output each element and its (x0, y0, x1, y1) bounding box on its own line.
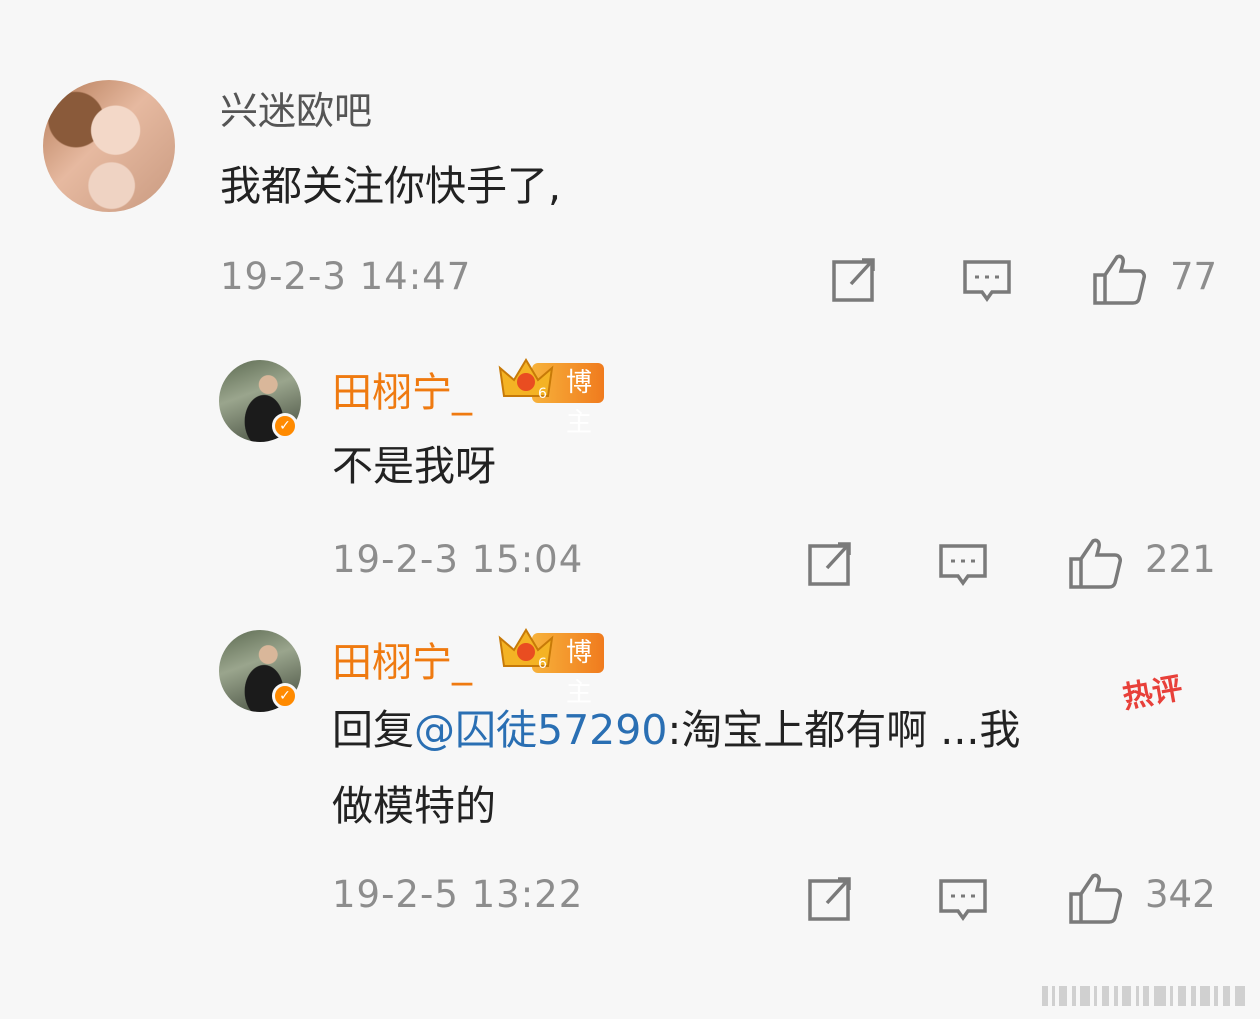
comment-icon[interactable] (937, 538, 989, 590)
crown-icon: 6 (498, 358, 554, 402)
verified-icon: ✓ (272, 683, 298, 709)
reply-username[interactable]: 田栩宁_ (332, 630, 472, 688)
reply-timestamp: 19-2-5 13:22 (332, 873, 584, 916)
comment-icon[interactable] (937, 873, 989, 925)
svg-text:6: 6 (538, 656, 547, 672)
avatar[interactable] (43, 80, 175, 212)
reply-text: 不是我呀 (332, 442, 496, 490)
share-icon[interactable] (829, 254, 881, 306)
reply-prefix: 回复 (332, 706, 414, 754)
hot-comment-tag: 热评 (1120, 671, 1186, 716)
share-icon[interactable] (805, 873, 857, 925)
reply-text-rest: :淘宝上都有啊 ...我 (667, 706, 1021, 754)
thumbs-up-icon[interactable] (1067, 535, 1122, 589)
svg-text:6: 6 (538, 386, 547, 402)
watermark-bars (1042, 986, 1245, 1006)
reply-username[interactable]: 田栩宁_ (332, 360, 472, 418)
verified-icon: ✓ (272, 413, 298, 439)
like-count: 221 (1145, 538, 1216, 581)
crown-icon: 6 (498, 628, 554, 672)
reply-text: 回复@囚徒57290:淘宝上都有啊 ...我 (332, 694, 1020, 766)
like-count: 342 (1145, 873, 1216, 916)
share-icon[interactable] (805, 538, 857, 590)
thumbs-up-icon[interactable] (1091, 251, 1146, 305)
comment-username[interactable]: 兴迷欧吧 (220, 80, 372, 135)
comment-text: 我都关注你快手了, (220, 162, 562, 210)
like-count: 77 (1170, 255, 1218, 298)
comment-icon[interactable] (961, 254, 1013, 306)
mention-link[interactable]: @囚徒57290 (414, 706, 667, 754)
thumbs-up-icon[interactable] (1067, 870, 1122, 924)
reply-timestamp: 19-2-3 15:04 (332, 538, 584, 581)
comment-timestamp: 19-2-3 14:47 (220, 255, 472, 298)
reply-text-line2: 做模特的 (332, 782, 496, 830)
